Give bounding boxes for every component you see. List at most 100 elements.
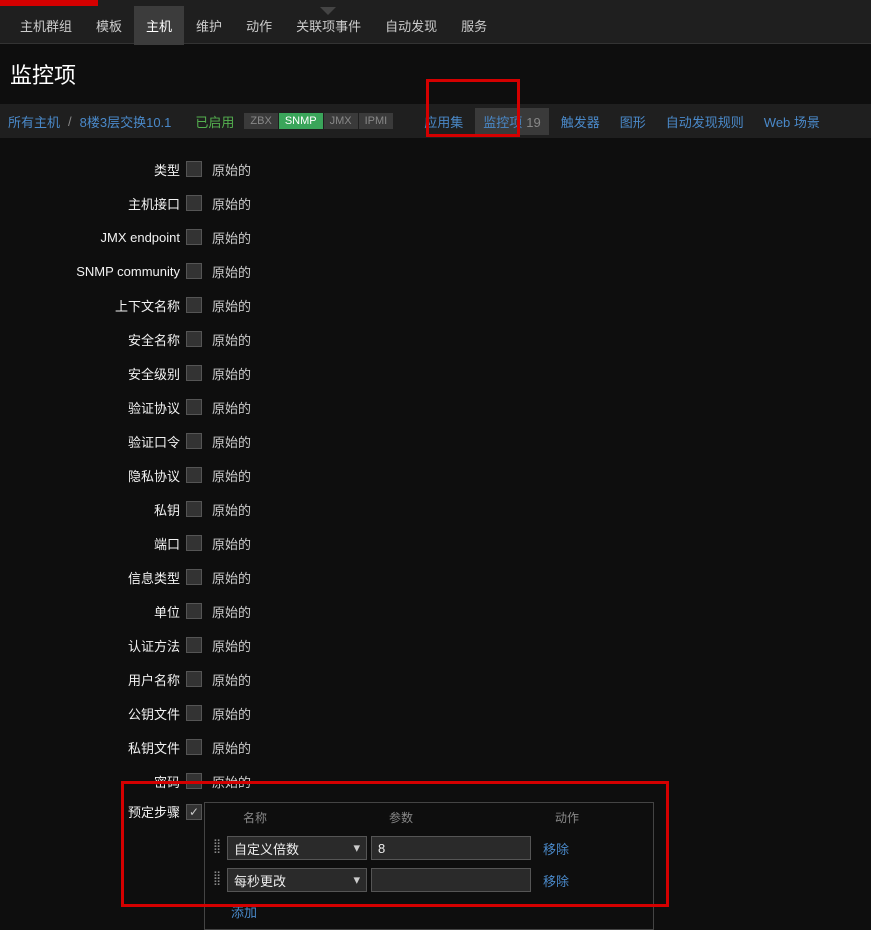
preprocessing-row: ⠿⠿ 每秒更改 移除 [205,864,653,896]
field-checkbox[interactable] [186,569,202,585]
preprocessing-table: 名称 参数 动作 ⠿⠿ 自定义倍数 8 移除 ⠿⠿ 每秒更改 移除 添加 [204,802,654,930]
form-row: 私钥原始的 [0,492,871,526]
field-label: 私钥文件 [0,738,186,757]
crumb-separator-icon: / [64,114,76,129]
field-value: 原始的 [212,398,251,417]
field-label: 公钥文件 [0,704,186,723]
nav-templates[interactable]: 模板 [84,6,134,45]
form-row: 认证方法原始的 [0,628,871,662]
field-label: 端口 [0,534,186,553]
tag-jmx: JMX [324,113,359,129]
nav-services[interactable]: 服务 [449,6,499,45]
field-checkbox[interactable] [186,195,202,211]
form-row: 密码原始的 [0,764,871,798]
tab-items[interactable]: 监控项19 [475,108,548,135]
field-value: 原始的 [212,534,251,553]
form-row: 上下文名称原始的 [0,288,871,322]
form-row: 主机接口 原始的 [0,186,871,220]
field-checkbox[interactable] [186,297,202,313]
tab-appset[interactable]: 应用集 [416,108,471,135]
field-checkbox[interactable] [186,671,202,687]
field-checkbox[interactable] [186,331,202,347]
field-value: 原始的 [212,296,251,315]
crumb-host[interactable]: 8楼3层交换10.1 [80,112,172,131]
field-value: 原始的 [212,670,251,689]
field-value: 原始的 [212,432,251,451]
tab-triggers[interactable]: 触发器 [553,108,608,135]
nav-pointer-icon [320,7,336,15]
field-checkbox[interactable] [186,467,202,483]
nav-hostgroups[interactable]: 主机群组 [8,6,84,45]
tab-items-count: 19 [526,115,540,130]
step-param-input[interactable] [371,868,531,892]
checkbox-preprocessing[interactable] [186,804,202,820]
form-row: 隐私协议原始的 [0,458,871,492]
field-value: 原始的 [212,704,251,723]
field-label: 验证协议 [0,398,186,417]
drag-handle-icon[interactable]: ⠿⠿ [213,874,223,886]
field-value: 原始的 [212,262,251,281]
field-checkbox[interactable] [186,705,202,721]
step-param-value: 8 [378,841,385,856]
page-title: 监控项 [0,44,871,104]
step-type-select[interactable]: 自定义倍数 [227,836,367,860]
add-step-link[interactable]: 添加 [231,905,257,920]
field-value: 原始的 [212,194,251,213]
field-checkbox[interactable] [186,603,202,619]
field-label: 类型 [0,160,186,179]
form-row: 验证协议 原始的 [0,390,871,424]
field-checkbox[interactable] [186,773,202,789]
preprocessing-row: ⠿⠿ 自定义倍数 8 移除 [205,832,653,864]
field-value: 原始的 [212,330,251,349]
remove-step-link[interactable]: 移除 [543,871,569,890]
field-checkbox[interactable] [186,229,202,245]
field-label: 单位 [0,602,186,621]
field-label: 验证口令 [0,432,186,451]
field-label: 安全级别 [0,364,186,383]
tag-snmp: SNMP [279,113,324,129]
tab-discovery[interactable]: 自动发现规则 [658,108,752,135]
crumb-all-hosts[interactable]: 所有主机 [8,112,60,131]
field-checkbox[interactable] [186,433,202,449]
drag-handle-icon[interactable]: ⠿⠿ [213,842,223,854]
step-param-input[interactable]: 8 [371,836,531,860]
field-checkbox[interactable] [186,535,202,551]
nav-maintenance[interactable]: 维护 [184,6,234,45]
field-value: 原始的 [212,772,251,791]
form-row: 安全名称原始的 [0,322,871,356]
tab-graphs[interactable]: 图形 [612,108,654,135]
field-checkbox[interactable] [186,161,202,177]
nav-hosts[interactable]: 主机 [134,6,184,45]
field-label: JMX endpoint [0,230,186,245]
field-checkbox[interactable] [186,739,202,755]
tab-webscene[interactable]: Web 场景 [756,108,828,135]
col-header-name: 名称 [243,809,389,826]
step-type-select[interactable]: 每秒更改 [227,868,367,892]
nav-actions[interactable]: 动作 [234,6,284,45]
col-header-action: 动作 [555,809,615,826]
form-row: 验证口令 原始的 [0,424,871,458]
label-preprocessing: 预定步骤 [0,802,186,821]
form-row: 公钥文件 原始的 [0,696,871,730]
field-label: 私钥 [0,500,186,519]
nav-discovery[interactable]: 自动发现 [373,6,449,45]
form-content: 类型原始的主机接口原始的JMX endpoint原始的SNMP communit… [0,138,871,930]
remove-step-link[interactable]: 移除 [543,839,569,858]
field-checkbox[interactable] [186,501,202,517]
field-value: 原始的 [212,228,251,247]
step-type-value: 每秒更改 [234,871,286,890]
field-checkbox[interactable] [186,399,202,415]
col-header-param: 参数 [389,809,555,826]
field-label: 主机接口 [0,194,186,213]
breadcrumb-bar: 所有主机 / 8楼3层交换10.1 已启用 ZBX SNMP JMX IPMI … [0,104,871,138]
field-value: 原始的 [212,466,251,485]
tag-zbx: ZBX [244,113,278,129]
field-checkbox[interactable] [186,637,202,653]
field-checkbox[interactable] [186,365,202,381]
main-nav: 主机群组 模板 主机 维护 动作 关联项事件 自动发现 服务 [0,8,871,44]
field-value: 原始的 [212,364,251,383]
field-checkbox[interactable] [186,263,202,279]
field-label: 用户名称 [0,670,186,689]
form-row: SNMP community 原始的 [0,254,871,288]
field-label: SNMP community [0,264,186,279]
